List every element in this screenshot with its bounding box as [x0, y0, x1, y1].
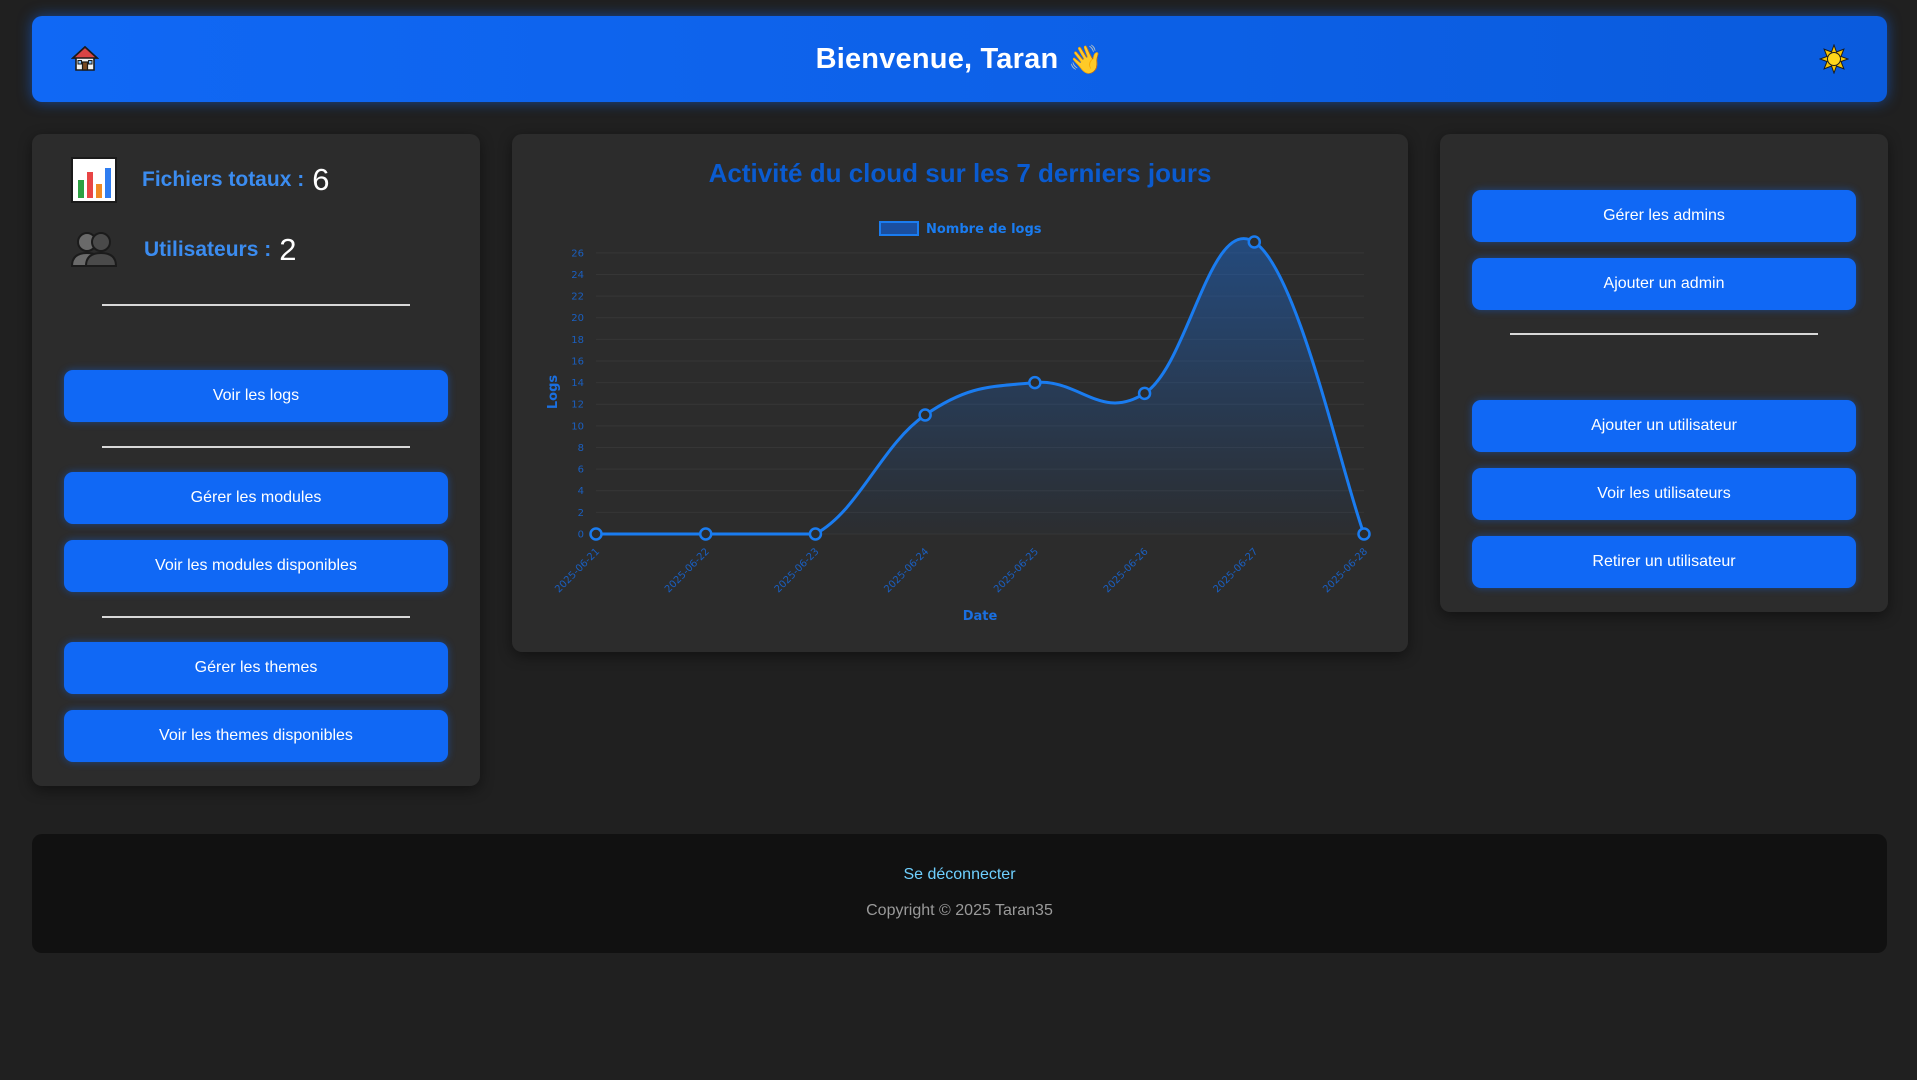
y-tick-label: 0 [578, 530, 584, 541]
activity-chart-panel: Activité du cloud sur les 7 derniers jou… [512, 134, 1408, 652]
y-tick-label: 24 [571, 270, 584, 281]
data-point[interactable] [1247, 235, 1262, 249]
data-point[interactable] [808, 527, 823, 541]
users-icon [70, 232, 118, 267]
page-title: Bienvenue, Taran 👋 [816, 43, 1104, 76]
view-modules-button[interactable]: Voir les modules disponibles [64, 540, 448, 592]
x-tick-label: 2025-06-27 [1212, 546, 1261, 595]
view-users-button[interactable]: Voir les utilisateurs [1472, 468, 1856, 520]
y-tick-label: 14 [571, 378, 584, 389]
view-logs-button[interactable]: Voir les logs [64, 370, 448, 422]
bar-chart-icon [71, 157, 117, 203]
remove-user-button[interactable]: Retirer un utilisateur [1472, 536, 1856, 588]
x-tick-label: 2025-06-22 [663, 546, 712, 595]
data-point[interactable] [1357, 527, 1371, 541]
welcome-text: Bienvenue, Taran [815, 42, 1059, 75]
divider [102, 446, 410, 448]
y-tick-label: 26 [571, 248, 584, 259]
x-tick-label: 2025-06-24 [882, 546, 931, 595]
y-tick-label: 4 [578, 486, 584, 497]
view-themes-button[interactable]: Voir les themes disponibles [64, 710, 448, 762]
users-count: 2 [279, 232, 297, 267]
divider [102, 304, 410, 306]
x-tick-label: 2025-06-28 [1321, 546, 1370, 595]
manage-admins-button[interactable]: Gérer les admins [1472, 190, 1856, 242]
home-icon[interactable] [70, 44, 100, 74]
legend-label[interactable]: Nombre de logs [926, 222, 1042, 237]
copyright-text: Copyright © 2025 Taran35 [866, 902, 1053, 919]
y-tick-label: 10 [571, 421, 584, 432]
divider [102, 616, 410, 618]
add-user-button[interactable]: Ajouter un utilisateur [1472, 400, 1856, 452]
x-tick-label: 2025-06-25 [992, 546, 1041, 595]
divider [1510, 333, 1818, 335]
logout-link[interactable]: Se déconnecter [32, 866, 1887, 884]
files-label: Fichiers totaux : [142, 168, 305, 191]
series-area [596, 238, 1364, 534]
files-count: 6 [312, 162, 330, 197]
y-axis-label: Logs [546, 375, 561, 410]
footer: Se déconnecter Copyright © 2025 Taran35 [32, 834, 1887, 953]
y-tick-label: 8 [578, 443, 584, 454]
data-point[interactable] [1028, 375, 1042, 390]
data-point[interactable] [698, 527, 713, 541]
sun-icon[interactable] [1819, 44, 1849, 74]
data-point[interactable] [589, 527, 603, 541]
x-axis-label: Date [963, 609, 998, 624]
y-tick-label: 2 [578, 508, 584, 519]
activity-chart: 02468101214161820222426 2025-06-21 2025-0… [546, 221, 1371, 624]
waving-hand-icon: 👋 [1068, 43, 1104, 75]
manage-themes-button[interactable]: Gérer les themes [64, 642, 448, 694]
users-label: Utilisateurs : [144, 238, 272, 261]
y-tick-label: 16 [571, 356, 584, 367]
users-stat: Utilisateurs : 2 [70, 226, 296, 274]
x-tick-label: 2025-06-26 [1102, 546, 1151, 595]
y-tick-label: 20 [571, 313, 584, 324]
y-tick-label: 12 [571, 400, 584, 411]
right-panel: Gérer les admins Ajouter un admin Ajoute… [1440, 134, 1888, 612]
add-admin-button[interactable]: Ajouter un admin [1472, 258, 1856, 310]
data-point[interactable] [1137, 386, 1152, 401]
left-panel: Fichiers totaux : 6 Utilisateurs : 2 Voi… [32, 134, 480, 786]
data-point[interactable] [918, 408, 932, 422]
x-tick-label: 2025-06-23 [773, 546, 822, 595]
files-stat: Fichiers totaux : 6 [70, 156, 329, 204]
y-tick-label: 22 [571, 292, 584, 303]
manage-modules-button[interactable]: Gérer les modules [64, 472, 448, 524]
y-tick-label: 6 [578, 465, 584, 476]
y-tick-label: 18 [571, 335, 584, 346]
x-tick-label: 2025-06-21 [553, 546, 602, 595]
legend-swatch[interactable] [879, 221, 919, 236]
header-bar: Bienvenue, Taran 👋 [32, 16, 1887, 102]
